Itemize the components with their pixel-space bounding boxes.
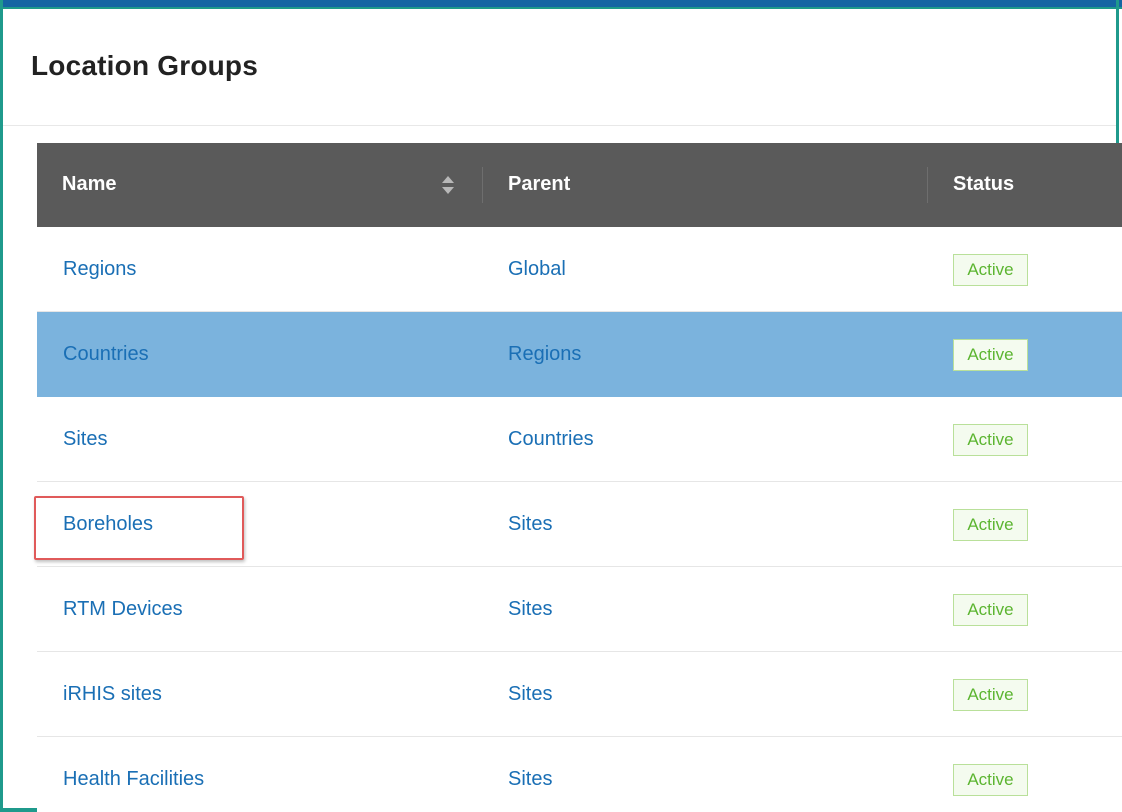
- status-badge: Active: [953, 594, 1028, 626]
- table-row[interactable]: Regions Global Active: [37, 227, 1122, 312]
- status-badge: Active: [953, 424, 1028, 456]
- title-divider: [3, 125, 1116, 126]
- page-title: Location Groups: [31, 50, 258, 81]
- column-header-status[interactable]: Status: [953, 143, 1014, 227]
- row-parent-link[interactable]: Regions: [508, 312, 581, 397]
- row-name-link[interactable]: Health Facilities: [63, 737, 204, 812]
- row-parent-link[interactable]: Global: [508, 227, 566, 312]
- row-parent-link[interactable]: Sites: [508, 737, 552, 812]
- table-row[interactable]: Sites Countries Active: [37, 397, 1122, 482]
- column-divider: [482, 167, 483, 203]
- row-parent-link[interactable]: Countries: [508, 397, 594, 482]
- table-row[interactable]: Boreholes Sites Active: [37, 482, 1122, 567]
- table-row-selected[interactable]: Countries Regions Active: [37, 312, 1122, 397]
- sort-updown-icon[interactable]: [441, 173, 455, 197]
- row-name-link[interactable]: RTM Devices: [63, 567, 183, 652]
- status-badge: Active: [953, 764, 1028, 796]
- column-header-parent-label: Parent: [508, 173, 571, 195]
- row-name-link[interactable]: Sites: [63, 397, 107, 482]
- column-header-name-label: Name: [62, 173, 117, 195]
- row-parent-link[interactable]: Sites: [508, 482, 552, 567]
- column-header-name[interactable]: Name: [62, 143, 482, 227]
- row-name-link[interactable]: Regions: [63, 227, 136, 312]
- status-badge: Active: [953, 339, 1028, 371]
- column-header-parent[interactable]: Parent: [508, 143, 570, 227]
- table-row[interactable]: RTM Devices Sites Active: [37, 567, 1122, 652]
- row-parent-link[interactable]: Sites: [508, 652, 552, 737]
- row-name-link[interactable]: Countries: [63, 312, 149, 397]
- table-row[interactable]: Health Facilities Sites Active: [37, 737, 1122, 812]
- status-badge: Active: [953, 254, 1028, 286]
- row-parent-link[interactable]: Sites: [508, 567, 552, 652]
- column-header-status-label: Status: [953, 173, 1015, 195]
- top-accent-bar: [0, 0, 1122, 9]
- row-name-link[interactable]: iRHIS sites: [63, 652, 162, 737]
- frame-left-border: [0, 0, 3, 812]
- table-header: Name Parent Status: [37, 143, 1122, 227]
- status-badge: Active: [953, 679, 1028, 711]
- table-row[interactable]: iRHIS sites Sites Active: [37, 652, 1122, 737]
- status-badge: Active: [953, 509, 1028, 541]
- location-groups-table: Name Parent Status Regions Global Active…: [37, 143, 1122, 812]
- column-divider: [927, 167, 928, 203]
- row-name-link[interactable]: Boreholes: [63, 482, 153, 567]
